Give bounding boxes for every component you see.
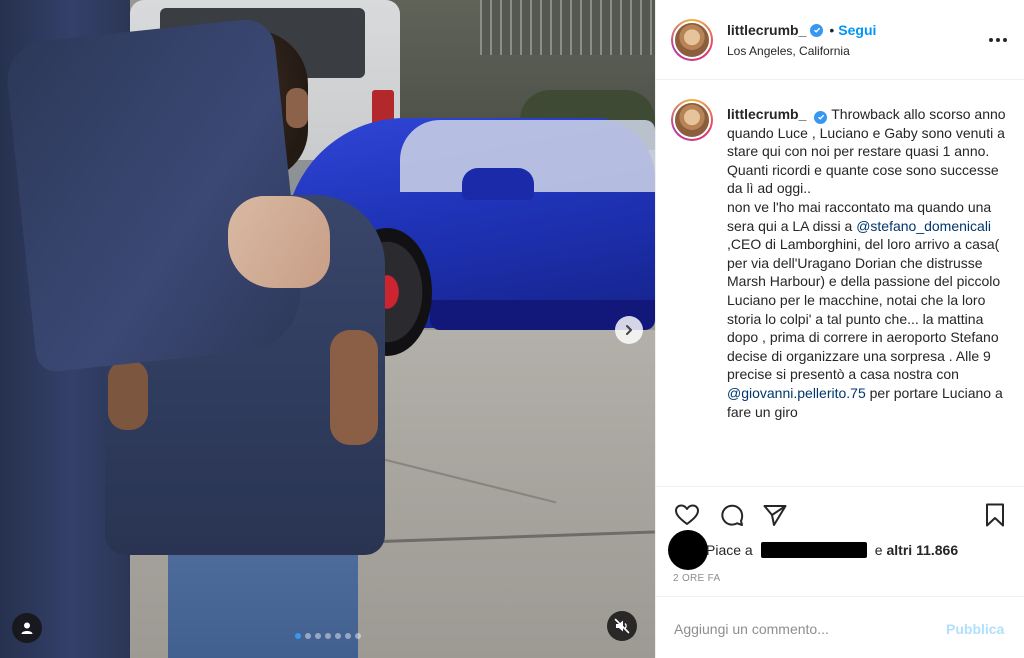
redacted-username [760,542,867,558]
mention-link[interactable]: @stefano_domenicali [856,218,991,234]
comment-icon[interactable] [718,501,746,529]
muted-speaker-icon [614,618,630,634]
carousel-dot [314,633,321,639]
verified-badge-icon [810,23,824,37]
carousel-dot [334,633,341,639]
author-username[interactable]: littlecrumb_ [727,22,806,38]
carousel-dot [324,633,331,639]
action-bar [656,486,1024,544]
header-separator: • [829,22,835,38]
boy-arm [330,330,378,445]
post-location[interactable]: Los Angeles, California [727,44,850,58]
post-timestamp[interactable]: 2 ORE FA [673,573,720,584]
heart-icon[interactable] [673,501,701,529]
caption-author-avatar[interactable] [671,99,713,141]
comment-input[interactable] [674,617,934,641]
likes-prefix: Piace a [706,542,753,558]
background-fence [480,0,655,55]
author-avatar[interactable] [671,19,713,61]
likes-suffix: e [874,542,883,558]
post-side-panel: littlecrumb_ • Segui Los Angeles, Califo… [655,0,1024,658]
share-icon[interactable] [761,501,789,529]
likes-others-count[interactable]: altri 11.866 [887,542,959,558]
comment-bar: Pubblica [656,596,1024,658]
header-user-row: littlecrumb_ • Segui [727,22,876,38]
carousel-dot [344,633,351,639]
carousel-indicator [0,633,655,639]
publish-button[interactable]: Pubblica [946,621,1004,637]
man-arm [3,16,307,374]
chevron-right-icon [626,325,632,335]
car-mirror [462,168,534,200]
carousel-next-button[interactable] [615,316,643,344]
mention-link[interactable]: @giovanni.pellerito.75 [727,385,866,401]
bookmark-icon[interactable] [981,501,1009,529]
man-hand [228,196,330,288]
carousel-dot [304,633,311,639]
boy-arm [108,360,148,430]
post-media[interactable] [0,0,655,658]
boy-jeans [168,540,358,658]
post-caption: littlecrumb_ Throwback allo scorso anno … [727,105,1012,421]
verified-badge-icon [814,110,828,124]
caption-section: littlecrumb_ Throwback allo scorso anno … [656,81,1024,486]
carousel-dot [294,633,301,639]
carousel-dot [354,633,361,639]
caption-text: ,CEO di Lamborghini, del loro arrivo a c… [727,236,1001,383]
liker-avatar[interactable] [668,530,708,570]
follow-button[interactable]: Segui [838,22,876,38]
more-options-icon[interactable] [986,28,1010,52]
caption-username[interactable]: littlecrumb_ [727,106,806,122]
post-header: littlecrumb_ • Segui Los Angeles, Califo… [656,0,1024,80]
likes-summary[interactable]: Piace a e altri 11.866 [706,542,958,558]
boy-ear [286,88,308,128]
